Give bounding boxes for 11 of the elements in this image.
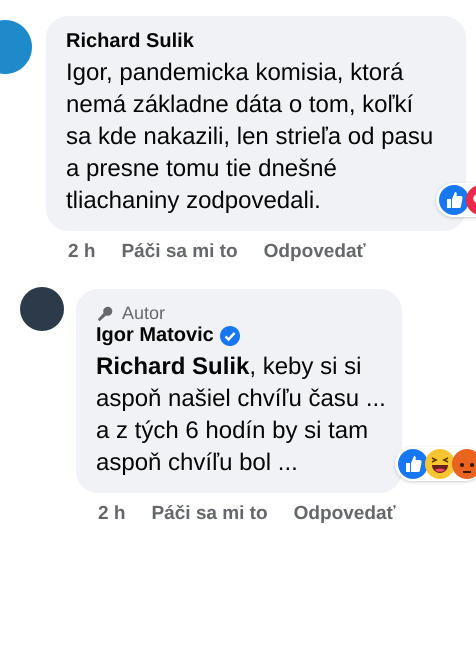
author-name[interactable]: Igor Matovic <box>96 324 214 347</box>
comment-text: Richard Sulik, keby si si aspoň našiel chvíľu času ... a z tých 6 hodín by si tam aspoň chvíľu bol ... <box>96 352 387 478</box>
reply-link[interactable]: Odpovedať <box>294 503 396 525</box>
comment-time: 2 h <box>68 241 96 263</box>
reply-link[interactable]: Odpovedať <box>264 241 366 263</box>
author-name[interactable]: Richard Sulik <box>66 30 194 53</box>
comment-time: 2 h <box>98 503 126 525</box>
like-link[interactable]: Páči sa mi to <box>121 241 238 263</box>
like-link[interactable]: Páči sa mi to <box>151 503 268 525</box>
comment-text: Igor, pandemicka komisia, ktorá nemá základne dáta o tom, koľkí sa kde nakazili, len strieľa od pasu a presne tomu tie dnešné tliachaniny zodpovedali. <box>66 58 434 216</box>
author-label: Autor <box>122 303 166 324</box>
